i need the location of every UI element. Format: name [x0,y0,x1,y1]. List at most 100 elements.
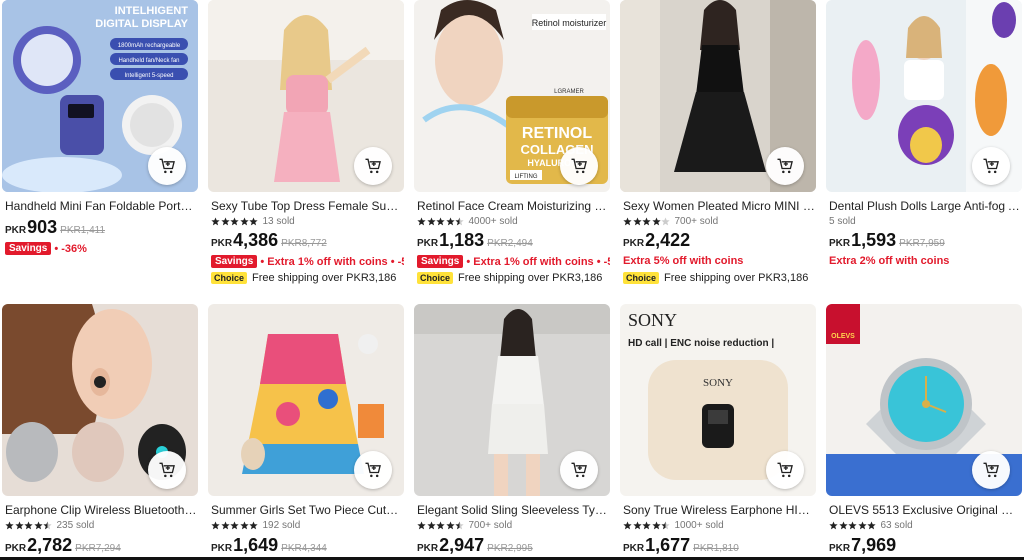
star-icon [5,521,14,530]
star-icon [249,217,258,226]
add-to-cart-button[interactable] [972,147,1010,185]
rating-row: 700+ sold [417,519,512,532]
star-icon [661,521,670,530]
add-to-cart-button[interactable] [972,451,1010,489]
rating-stars [211,217,259,226]
rating-stars [623,521,671,530]
star-icon [651,521,661,530]
product-image[interactable] [2,304,198,496]
price-row: PKR 2,782 PKR7,294 [5,535,121,556]
rating-stars [829,521,877,530]
image-brand: SONY [628,310,677,330]
currency: PKR [5,543,27,554]
product-card[interactable]: Sexy Tube Top Dress Female Summe... 13 s… [208,0,404,300]
original-price: PKR1,810 [693,543,739,554]
product-image[interactable]: SONY HD call | ENC noise reduction | SON… [620,304,816,496]
add-to-cart-button[interactable] [766,147,804,185]
product-card[interactable]: Retinol moisturizer LGRAMER RETINOL COLL… [414,0,610,300]
product-title[interactable]: Dental Plush Dolls Large Anti-fog An... [829,199,1021,213]
image-feature-1: 1800mAh rechargeable [118,43,181,49]
add-to-cart-button[interactable] [560,147,598,185]
product-title[interactable]: Retinol Face Cream Moisturizing Wr... [417,199,609,213]
star-icon [426,521,436,530]
choice-badge: Choice [417,272,454,284]
star-icon [642,521,651,530]
product-card[interactable]: INTELHIGENT DIGITAL DISPLAY 1800mAh rech… [2,0,198,300]
image-heading-1: INTELHIGENT [115,5,189,17]
add-to-cart-button[interactable] [148,451,186,489]
star-icon [211,521,220,530]
product-card[interactable]: Summer Girls Set Two Piece Cute Gr... 19… [208,304,404,560]
product-card[interactable]: Elegant Solid Sling Sleeveless Type ... … [414,304,610,560]
add-to-cart-button[interactable] [766,451,804,489]
image-case-brand: SONY [703,377,733,389]
price: 1,183 [439,230,485,250]
image-label-4: LIFTING [514,174,537,180]
price: 4,386 [233,230,279,250]
cart-icon [571,462,587,478]
star-icon [848,521,857,530]
star-icon [220,521,230,530]
original-price: PKR7,959 [899,238,945,249]
choice-badge: Choice [211,272,248,284]
product-image[interactable] [414,304,610,496]
cart-icon [571,158,587,174]
product-card[interactable]: Dental Plush Dolls Large Anti-fog An... … [826,0,1022,300]
choice-badge: Choice [623,272,660,284]
image-label-1: RETINOL [522,125,592,142]
rating-row: 5 sold [829,215,856,228]
product-title[interactable]: Handheld Mini Fan Foldable Portabl... [5,199,197,213]
add-to-cart-button[interactable] [560,451,598,489]
original-price: PKR7,294 [75,543,121,554]
cart-icon [365,158,381,174]
add-to-cart-button[interactable] [354,451,392,489]
star-icon [857,521,867,530]
product-title[interactable]: Sexy Women Pleated Micro MINI Dr... [623,199,815,213]
sold-count: 192 sold [262,520,301,531]
product-image[interactable] [208,0,404,192]
shipping-text: Free shipping over PKR3,186 [664,272,809,284]
star-icon [455,217,464,226]
star-icon [642,217,651,226]
product-image[interactable] [826,0,1022,192]
cart-icon [159,158,175,174]
product-card[interactable]: Earphone Clip Wireless Bluetooth H... 23… [2,304,198,560]
star-icon [14,521,24,530]
product-image[interactable]: OLEVS [826,304,1022,496]
promo-text: • Extra 1% off with coins • -5( [260,255,404,268]
product-image[interactable]: INTELHIGENT DIGITAL DISPLAY 1800mAh rech… [2,0,198,192]
price: 2,782 [27,535,73,555]
price-row: PKR 903 PKR1,411 [5,217,105,238]
star-icon [24,521,33,530]
product-card[interactable]: Sexy Women Pleated Micro MINI Dr... 700+… [620,0,816,300]
shipping-text: Free shipping over PKR3,186 [458,272,603,284]
promo-row: Savings • Extra 1% off with coins • -5( [211,255,404,268]
rating-stars [5,521,53,530]
rating-stars [211,521,259,530]
sold-count: 4000+ sold [468,216,518,227]
star-icon [426,217,436,226]
product-card[interactable]: OLEVS OLEVS 5513 Exclusive Original Qua.… [826,304,1022,560]
product-title[interactable]: Summer Girls Set Two Piece Cute Gr... [211,503,403,517]
cart-icon [777,158,793,174]
product-title[interactable]: Sexy Tube Top Dress Female Summe... [211,199,403,213]
product-title[interactable]: Sony True Wireless Earphone HIFI S... [623,503,815,517]
shipping-text: Free shipping over PKR3,186 [252,272,397,284]
product-image[interactable] [208,304,404,496]
promo-row: Savings • Extra 1% off with coins • -52 [417,255,610,268]
sold-count: 63 sold [880,520,913,531]
star-icon [632,521,642,530]
shipping-row: Choice Free shipping over PKR3,186 [417,272,602,284]
price: 1,593 [851,230,897,250]
product-card[interactable]: SONY HD call | ENC noise reduction | SON… [620,304,816,560]
star-icon [623,217,632,226]
rating-row: 235 sold [5,519,94,532]
product-image[interactable] [620,0,816,192]
product-title[interactable]: OLEVS 5513 Exclusive Original Qua... [829,503,1021,517]
add-to-cart-button[interactable] [148,147,186,185]
add-to-cart-button[interactable] [354,147,392,185]
product-title[interactable]: Elegant Solid Sling Sleeveless Type ... [417,503,609,517]
star-icon [838,521,848,530]
product-title[interactable]: Earphone Clip Wireless Bluetooth H... [5,503,197,517]
product-image[interactable]: Retinol moisturizer LGRAMER RETINOL COLL… [414,0,610,192]
